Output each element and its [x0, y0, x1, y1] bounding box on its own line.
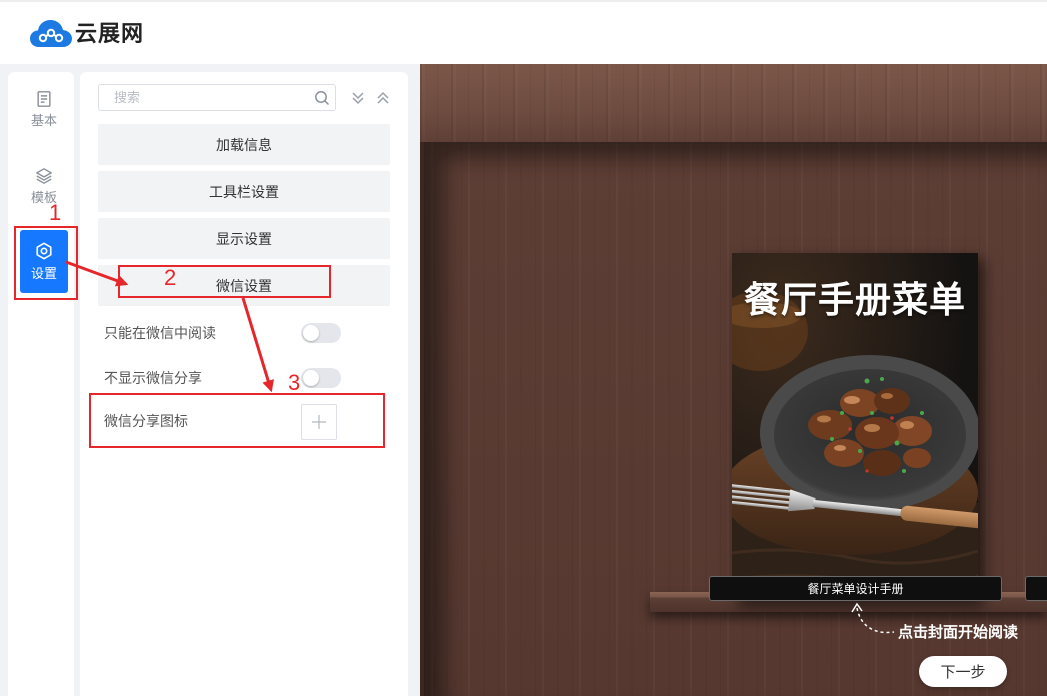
- brand-name[interactable]: 云展网: [75, 21, 144, 47]
- start-reading-hint: 点击封面开始阅读: [898, 624, 1019, 641]
- search-box: [98, 84, 336, 111]
- wechat-share-icon-label: 微信分享图标: [104, 413, 188, 429]
- search-input[interactable]: [99, 85, 335, 110]
- section-toolbar-settings[interactable]: 工具栏设置: [98, 171, 390, 212]
- bookshelf-preview: 餐厅手册菜单 餐厅菜单设计手册 点击封面开始阅读 下一步: [420, 64, 1047, 696]
- nav-item-basic[interactable]: 基本: [20, 84, 68, 134]
- wechat-share-icon-upload[interactable]: [301, 404, 337, 440]
- nav-item-template[interactable]: 模板: [20, 161, 68, 211]
- book-caption[interactable]: 餐厅菜单设计手册: [709, 576, 1002, 601]
- settings-icon: [36, 242, 52, 259]
- toggle-knob: [303, 370, 319, 386]
- wechat-only-read-toggle[interactable]: [301, 323, 341, 343]
- shelf-top-plank: [420, 64, 1047, 142]
- wechat-only-read-label: 只能在微信中阅读: [104, 325, 216, 341]
- layers-icon: [36, 167, 52, 184]
- document-icon: [37, 90, 51, 107]
- hide-wechat-share-toggle[interactable]: [301, 368, 341, 388]
- nav-item-label: 模板: [30, 189, 57, 205]
- cover-title: 餐厅手册菜单: [743, 279, 966, 320]
- nav-item-settings[interactable]: 设置: [20, 230, 68, 293]
- search-icon[interactable]: [314, 90, 330, 106]
- side-nav: 基本 模板 设置: [8, 72, 74, 696]
- hide-wechat-share-label: 不显示微信分享: [104, 370, 202, 386]
- next-book-caption[interactable]: [1025, 576, 1047, 601]
- settings-panel: 加载信息 工具栏设置 显示设置 微信设置 只能在微信中阅读 不显示微信分享 微信…: [80, 72, 408, 696]
- toggle-knob: [303, 325, 319, 341]
- section-display-settings[interactable]: 显示设置: [98, 218, 390, 259]
- book-cover[interactable]: 餐厅手册菜单: [732, 253, 978, 600]
- expand-all-icon[interactable]: [350, 90, 366, 106]
- next-step-button[interactable]: 下一步: [919, 656, 1007, 687]
- top-header: 云展网: [0, 0, 1047, 64]
- nav-item-label: 基本: [30, 112, 57, 128]
- cloud-logo-icon[interactable]: [30, 19, 72, 49]
- collapse-all-icon[interactable]: [375, 90, 391, 106]
- section-wechat-settings[interactable]: 微信设置: [98, 265, 390, 306]
- plus-icon: [312, 415, 326, 429]
- nav-item-label: 设置: [30, 265, 57, 281]
- section-loading-info[interactable]: 加载信息: [98, 124, 390, 165]
